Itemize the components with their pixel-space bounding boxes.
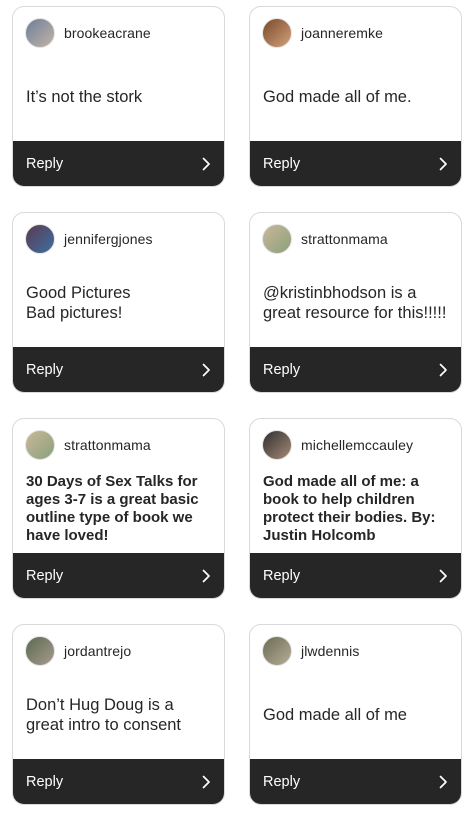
reply-label: Reply — [26, 361, 64, 378]
reply-button[interactable]: Reply — [13, 553, 224, 598]
reply-button[interactable]: Reply — [13, 759, 224, 804]
comment-text: God made all of me. — [263, 88, 412, 106]
chevron-right-icon — [202, 569, 210, 582]
comment-text: Don’t Hug Doug is a great intro to conse… — [26, 696, 182, 734]
comment-card: brookeacrane It’s not the stork Reply — [12, 6, 225, 187]
reply-button[interactable]: Reply — [250, 553, 461, 598]
username[interactable]: michellemccauley — [301, 437, 413, 453]
user-avatar[interactable] — [25, 18, 55, 48]
comment-card: strattonmama @kristinbhodson is a great … — [249, 212, 462, 393]
chevron-right-icon — [202, 775, 210, 788]
username[interactable]: jennifergjones — [64, 231, 153, 247]
reply-button[interactable]: Reply — [250, 347, 461, 392]
comment-card: jennifergjones Good Pictures Bad picture… — [12, 212, 225, 393]
comment-card: strattonmama 30 Days of Sex Talks for ag… — [12, 418, 225, 599]
comment-card: jordantrejo Don’t Hug Doug is a great in… — [12, 624, 225, 805]
comment-card: michellemccauley God made all of me: a b… — [249, 418, 462, 599]
reply-label: Reply — [263, 773, 301, 790]
username[interactable]: jlwdennis — [301, 643, 360, 659]
reply-label: Reply — [26, 155, 64, 172]
reply-button[interactable]: Reply — [250, 141, 461, 186]
reply-label: Reply — [263, 567, 301, 584]
reply-button[interactable]: Reply — [13, 141, 224, 186]
reply-label: Reply — [263, 155, 301, 172]
comment-text: Good Pictures Bad pictures! — [26, 284, 131, 322]
comment-card: jlwdennis God made all of me Reply — [249, 624, 462, 805]
user-avatar[interactable] — [25, 636, 55, 666]
chevron-right-icon — [439, 363, 447, 376]
comment-text: It’s not the stork — [26, 88, 143, 106]
comment-text: @kristinbhodson is a great resource for … — [263, 284, 447, 322]
chevron-right-icon — [439, 775, 447, 788]
reply-label: Reply — [26, 567, 64, 584]
reply-button[interactable]: Reply — [250, 759, 461, 804]
reply-label: Reply — [26, 773, 64, 790]
username[interactable]: brookeacrane — [64, 25, 151, 41]
username[interactable]: joanneremke — [301, 25, 383, 41]
comment-card-grid: brookeacrane It’s not the stork Reply jo… — [0, 0, 474, 814]
reply-button[interactable]: Reply — [13, 347, 224, 392]
username[interactable]: jordantrejo — [64, 643, 131, 659]
user-avatar[interactable] — [262, 636, 292, 666]
comment-text: God made all of me: a book to help child… — [263, 473, 436, 544]
chevron-right-icon — [202, 363, 210, 376]
comment-text: 30 Days of Sex Talks for ages 3-7 is a g… — [26, 473, 199, 544]
comment-text: God made all of me — [263, 706, 407, 724]
username[interactable]: strattonmama — [64, 437, 151, 453]
username[interactable]: strattonmama — [301, 231, 388, 247]
chevron-right-icon — [439, 157, 447, 170]
user-avatar[interactable] — [25, 224, 55, 254]
chevron-right-icon — [439, 569, 447, 582]
user-avatar[interactable] — [262, 18, 292, 48]
user-avatar[interactable] — [262, 224, 292, 254]
user-avatar[interactable] — [262, 430, 292, 460]
user-avatar[interactable] — [25, 430, 55, 460]
reply-label: Reply — [263, 361, 301, 378]
chevron-right-icon — [202, 157, 210, 170]
comment-card: joanneremke God made all of me. Reply — [249, 6, 462, 187]
